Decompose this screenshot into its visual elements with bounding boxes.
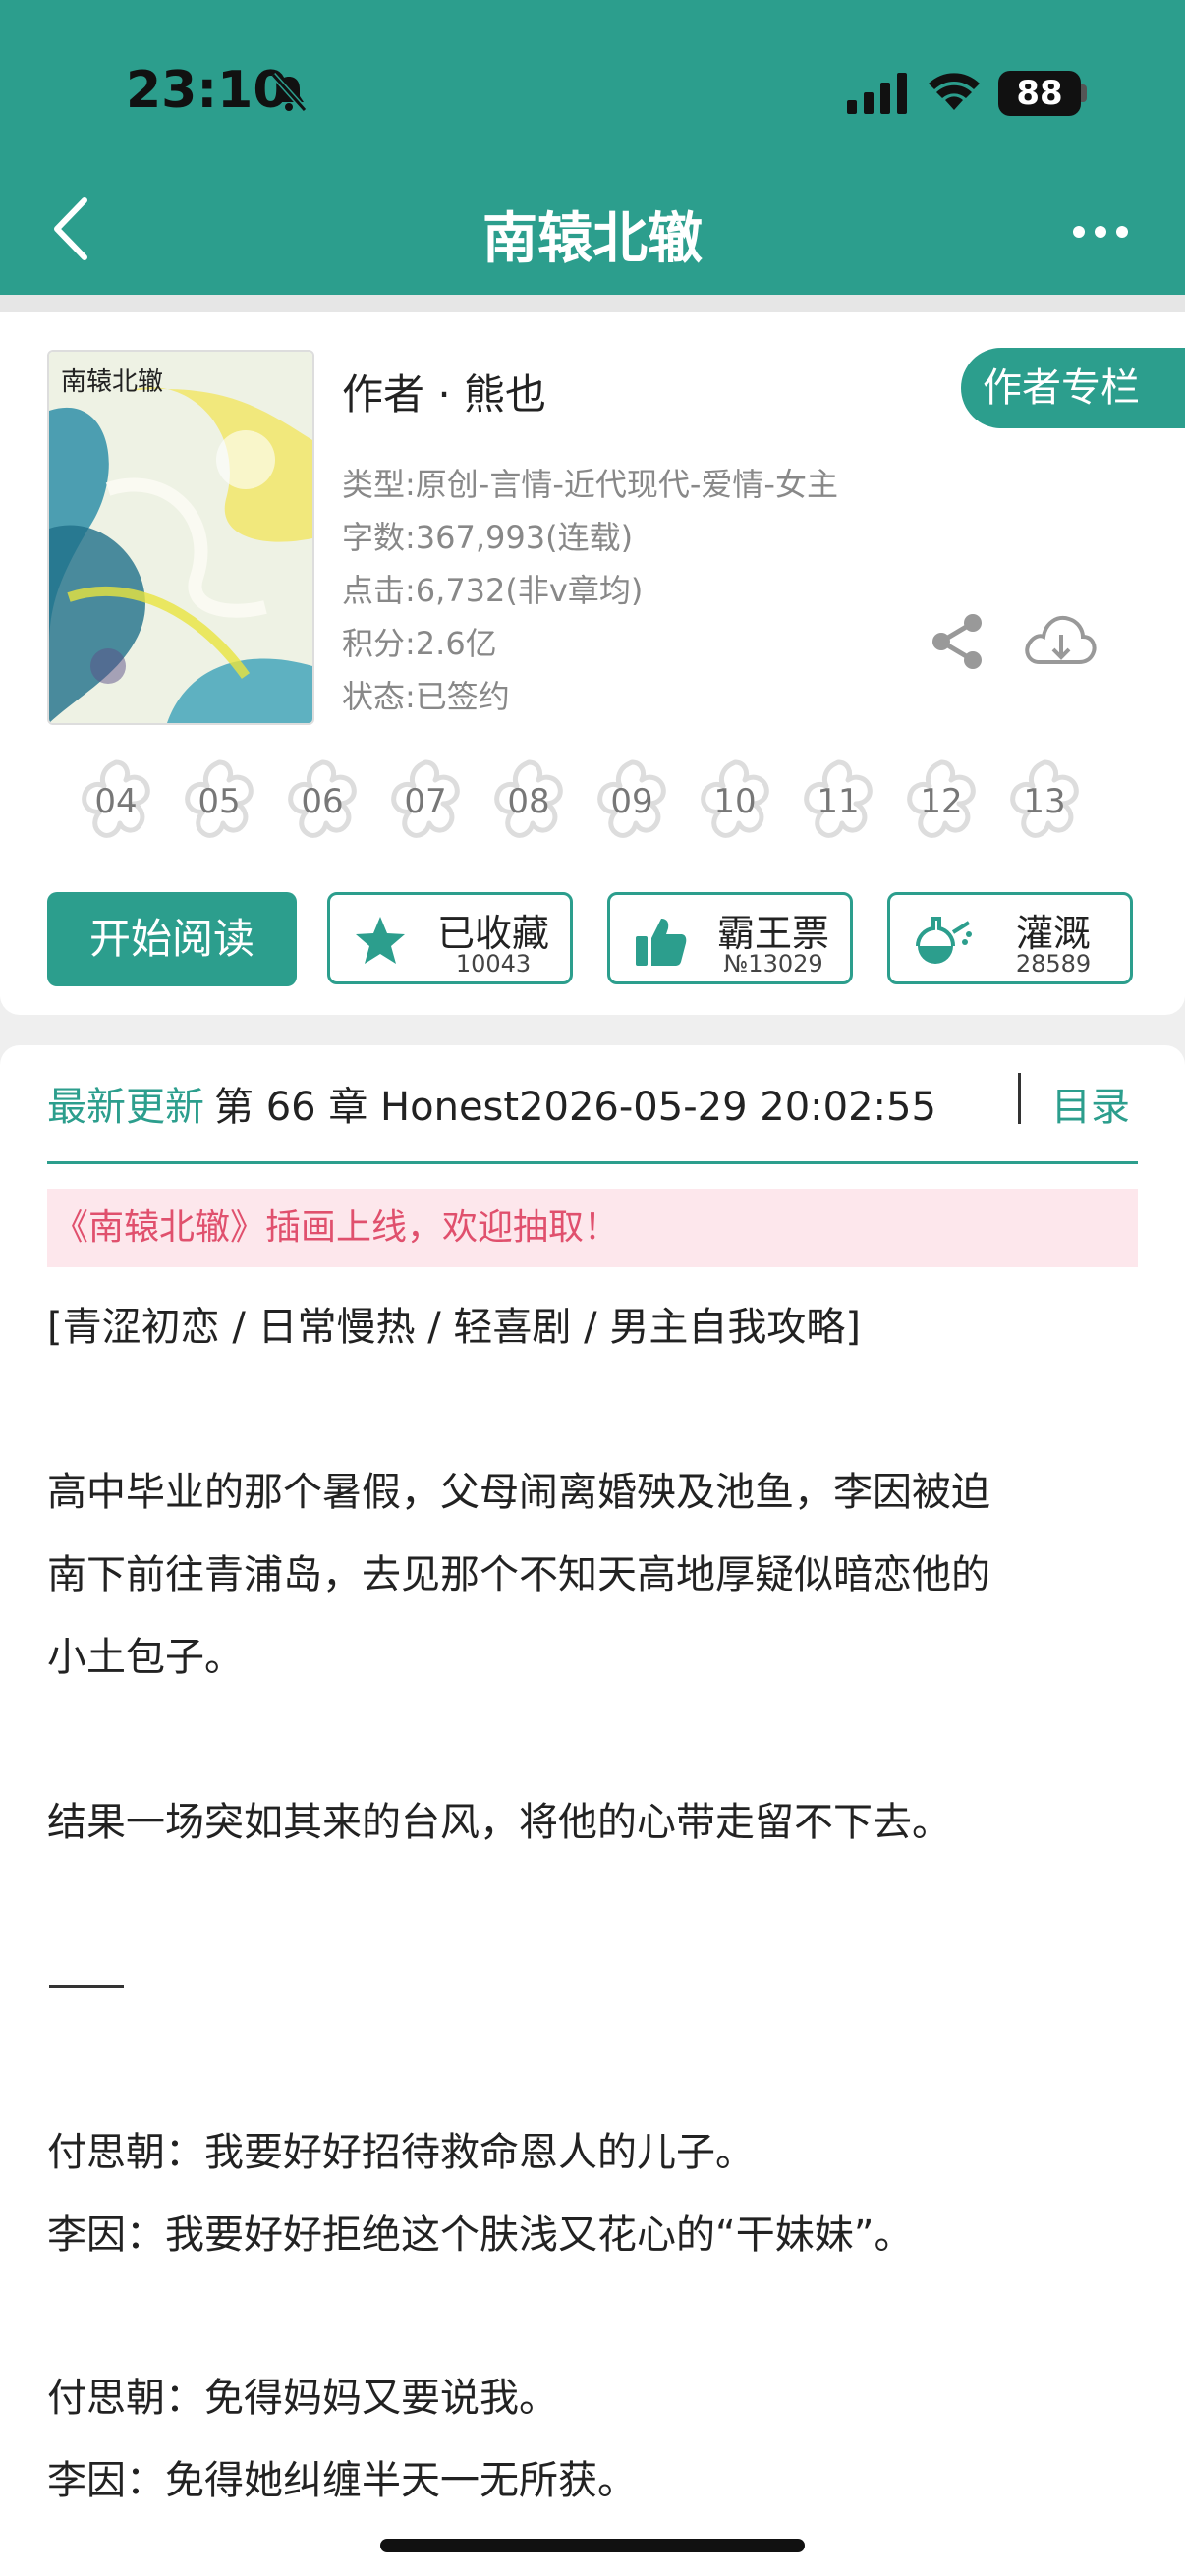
collect-button[interactable]: 已收藏 10043 (327, 892, 573, 984)
divider (1018, 1073, 1021, 1124)
intro-line: 高中毕业的那个暑假，父母闹离婚殃及池鱼，李因被迫 (47, 1470, 990, 1515)
battery-tip (1081, 84, 1087, 102)
flower-icon[interactable]: 09 (585, 755, 679, 849)
status-time: 23:10 (126, 61, 289, 120)
flower-number: 11 (817, 782, 860, 821)
latest-update-row[interactable]: 最新更新 第 66 章 Honest2026-05-29 20:02:55 目录 (47, 1073, 1138, 1164)
illustration-notice[interactable]: 《南辕北辙》插画上线，欢迎抽取！ (47, 1189, 1138, 1267)
intro-line: 李因：免得她纠缠半天一无所获。 (47, 2458, 637, 2503)
water-button[interactable]: 灌溉 28589 (887, 892, 1133, 984)
latest-chapter-text[interactable]: 第 66 章 Honest2026-05-29 20:02:55 (214, 1075, 936, 1132)
flower-icon[interactable]: 11 (791, 755, 885, 849)
table-of-contents-link[interactable]: 目录 (1051, 1075, 1130, 1132)
flower-icon[interactable]: 05 (172, 755, 266, 849)
battery-level: 88 (1016, 74, 1063, 113)
water-label: 灌溉 (1015, 912, 1091, 955)
flower-number: 06 (301, 782, 344, 821)
flower-icon[interactable]: 12 (894, 755, 988, 849)
book-status: 状态:已签约 (342, 678, 510, 715)
intro-line: 结果一场突如其来的台风，将他的心带走留不下去。 (47, 1800, 951, 1845)
flower-icon[interactable]: 06 (275, 755, 369, 849)
download-cloud-icon[interactable] (1022, 607, 1099, 676)
flower-number: 05 (198, 782, 241, 821)
flower-number: 13 (1023, 782, 1066, 821)
intro-line: 李因：我要好好拒绝这个肤浅又花心的“干妹妹”。 (47, 2212, 914, 2258)
intro-line: 付思朝：我要好好招待救命恩人的儿子。 (47, 2130, 755, 2175)
book-word-count: 字数:367,993(连载) (342, 519, 634, 556)
flower-number: 09 (610, 782, 653, 821)
flower-number: 04 (94, 782, 138, 821)
book-cover[interactable]: 南辕北辙 (47, 350, 314, 725)
intro-line: 南下前往青浦岛，去见那个不知天高地厚疑似暗恋他的 (47, 1552, 990, 1597)
app-header: 23:10 88 南辕北辙 (0, 0, 1185, 295)
vote-label: 霸王票 (716, 912, 829, 955)
more-dots-icon[interactable] (1071, 224, 1130, 240)
flower-rating-row: 04 05 06 07 08 09 10 11 12 13 (41, 755, 1146, 857)
book-author[interactable]: 作者 · 熊也 (342, 362, 546, 421)
start-reading-button[interactable]: 开始阅读 (47, 892, 297, 986)
intro-line: 小土包子。 (47, 1635, 244, 1680)
flower-number: 07 (404, 782, 447, 821)
book-score: 积分:2.6亿 (342, 625, 497, 662)
battery-indicator: 88 (998, 71, 1081, 116)
water-count: 28589 (1015, 950, 1092, 978)
book-genre: 类型:原创-言情-近代现代-爱情-女主 (342, 466, 838, 503)
cover-art (49, 352, 312, 723)
flower-icon[interactable]: 13 (997, 755, 1092, 849)
author-column-button[interactable]: 作者专栏 (961, 348, 1185, 428)
overlord-vote-button[interactable]: 霸王票 №13029 (607, 892, 853, 984)
collect-label: 已收藏 (436, 912, 549, 955)
vote-count: №13029 (723, 950, 823, 978)
flower-icon[interactable]: 10 (688, 755, 782, 849)
flower-icon[interactable]: 04 (69, 755, 163, 849)
intro-line: 付思朝：免得妈妈又要说我。 (47, 2376, 558, 2421)
watering-flask-icon (915, 917, 972, 964)
thumbs-up-icon (636, 919, 687, 966)
collect-count: 10043 (455, 950, 532, 978)
flower-number: 12 (920, 782, 963, 821)
book-clicks: 点击:6,732(非v章均) (342, 572, 644, 609)
flower-number: 08 (507, 782, 550, 821)
separator (0, 295, 1185, 312)
page-title: 南辕北辙 (482, 207, 703, 271)
share-icon[interactable] (928, 611, 988, 672)
star-icon (356, 917, 405, 964)
flower-icon[interactable]: 08 (481, 755, 576, 849)
section-divider (49, 1985, 124, 1988)
bell-muted-icon (270, 73, 308, 112)
wifi-icon (929, 73, 980, 110)
flower-icon[interactable]: 07 (378, 755, 473, 849)
latest-update-label: 最新更新 (47, 1085, 204, 1130)
signal-icon (847, 73, 907, 114)
flower-number: 10 (713, 782, 757, 821)
cover-title: 南辕北辙 (61, 367, 164, 397)
home-indicator[interactable] (380, 2539, 805, 2552)
story-tags: [青涩初恋 / 日常慢热 / 轻喜剧 / 男主自我攻略] (47, 1305, 861, 1350)
